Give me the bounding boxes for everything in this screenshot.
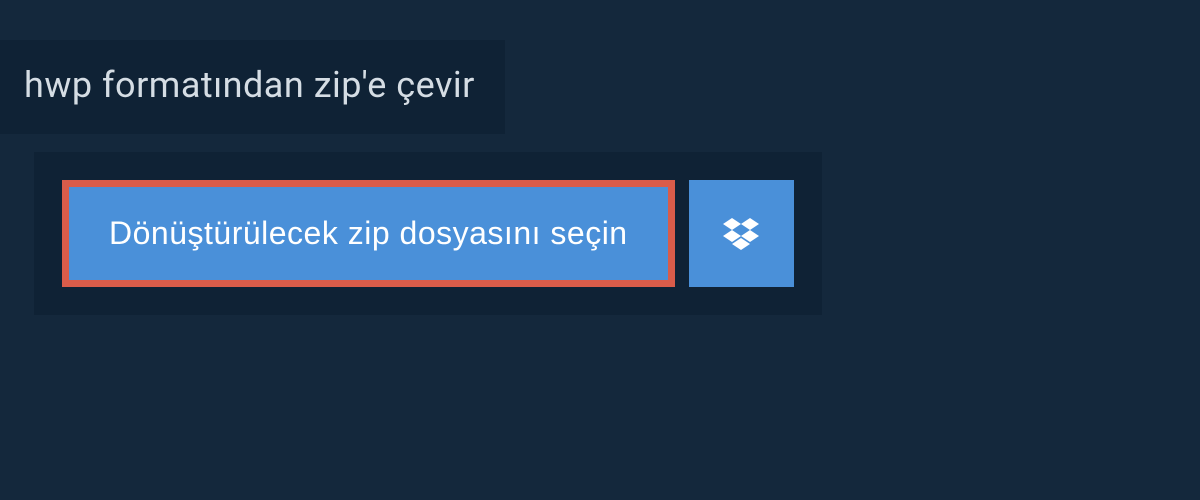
dropbox-button[interactable] [689, 180, 794, 287]
page-title: hwp formatından zip'e çevir [24, 64, 475, 106]
file-select-panel: Dönüştürülecek zip dosyasını seçin [34, 152, 822, 315]
page-header: hwp formatından zip'e çevir [0, 40, 505, 134]
dropbox-icon [723, 218, 759, 250]
select-file-button[interactable]: Dönüştürülecek zip dosyasını seçin [62, 180, 675, 287]
select-file-label: Dönüştürülecek zip dosyasını seçin [109, 215, 628, 252]
